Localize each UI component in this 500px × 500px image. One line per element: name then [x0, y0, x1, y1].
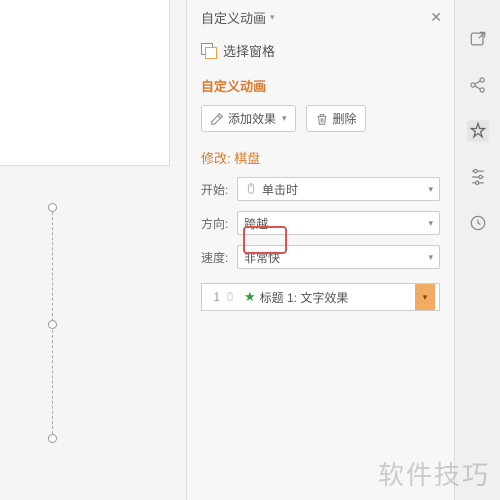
chevron-down-icon: ▾	[428, 252, 433, 263]
animation-item-dropdown[interactable]: ▾	[415, 284, 435, 310]
pencil-icon	[210, 112, 224, 126]
export-icon[interactable]	[467, 28, 489, 50]
start-value: 单击时	[262, 181, 298, 198]
right-toolbar	[454, 0, 500, 500]
speed-row: 速度: 非常快 ▾	[199, 245, 442, 279]
mouse-icon	[244, 182, 258, 196]
animation-list: 1 ★ 标题 1: 文字效果 ▾	[201, 283, 440, 311]
slide-thumbnail[interactable]	[0, 0, 170, 166]
selection-pane-icon	[201, 43, 217, 59]
animation-index: 1	[206, 290, 220, 304]
delete-label: 删除	[333, 110, 357, 127]
selection-outline	[52, 330, 53, 434]
custom-animation-panel: 自定义动画 ▾ ✕ 选择窗格 自定义动画 添加效果 ▾ 删除 修改: 棋盘 开始…	[186, 0, 454, 500]
selection-pane-label: 选择窗格	[223, 41, 275, 60]
settings-sliders-icon[interactable]	[467, 166, 489, 188]
delete-button[interactable]: 删除	[306, 105, 366, 132]
speed-select[interactable]: 非常快 ▾	[237, 245, 440, 269]
close-icon[interactable]: ✕	[430, 9, 442, 26]
chevron-down-icon: ▾	[282, 113, 287, 124]
dropdown-caret-icon[interactable]: ▾	[270, 12, 275, 23]
direction-row: 方向: 跨越 ▾	[199, 211, 442, 245]
animation-icon[interactable]	[467, 120, 489, 142]
animation-title: 标题 1: 文字效果	[260, 289, 349, 306]
star-icon: ★	[244, 289, 256, 305]
animation-list-item[interactable]: 1 ★ 标题 1: 文字效果 ▾	[202, 284, 439, 310]
panel-header: 自定义动画 ▾ ✕	[199, 6, 442, 35]
resize-handle[interactable]	[48, 434, 57, 443]
slide-canvas-area	[0, 0, 186, 500]
mouse-icon	[224, 291, 236, 303]
start-row: 开始: 单击时 ▾	[199, 177, 442, 211]
start-label: 开始:	[201, 181, 233, 198]
panel-title-text: 自定义动画	[201, 8, 266, 27]
section-title: 自定义动画	[199, 72, 442, 105]
button-row: 添加效果 ▾ 删除	[199, 105, 442, 146]
text-placeholder[interactable]	[0, 207, 53, 443]
direction-label: 方向:	[201, 215, 233, 232]
selection-outline	[52, 212, 53, 321]
chevron-down-icon: ▾	[428, 218, 433, 229]
selection-pane-button[interactable]: 选择窗格	[199, 35, 442, 72]
share-icon[interactable]	[467, 74, 489, 96]
history-icon[interactable]	[467, 212, 489, 234]
modify-title: 修改: 棋盘	[199, 146, 442, 177]
direction-value: 跨越	[244, 215, 268, 232]
speed-value: 非常快	[244, 249, 280, 266]
resize-handle[interactable]	[48, 203, 57, 212]
chevron-down-icon: ▾	[423, 292, 428, 303]
start-select[interactable]: 单击时 ▾	[237, 177, 440, 201]
resize-handle[interactable]	[48, 320, 57, 329]
add-effect-label: 添加效果	[228, 110, 276, 127]
speed-label: 速度:	[201, 249, 233, 266]
direction-select[interactable]: 跨越 ▾	[237, 211, 440, 235]
add-effect-button[interactable]: 添加效果 ▾	[201, 105, 296, 132]
trash-icon	[315, 112, 329, 126]
chevron-down-icon: ▾	[428, 184, 433, 195]
